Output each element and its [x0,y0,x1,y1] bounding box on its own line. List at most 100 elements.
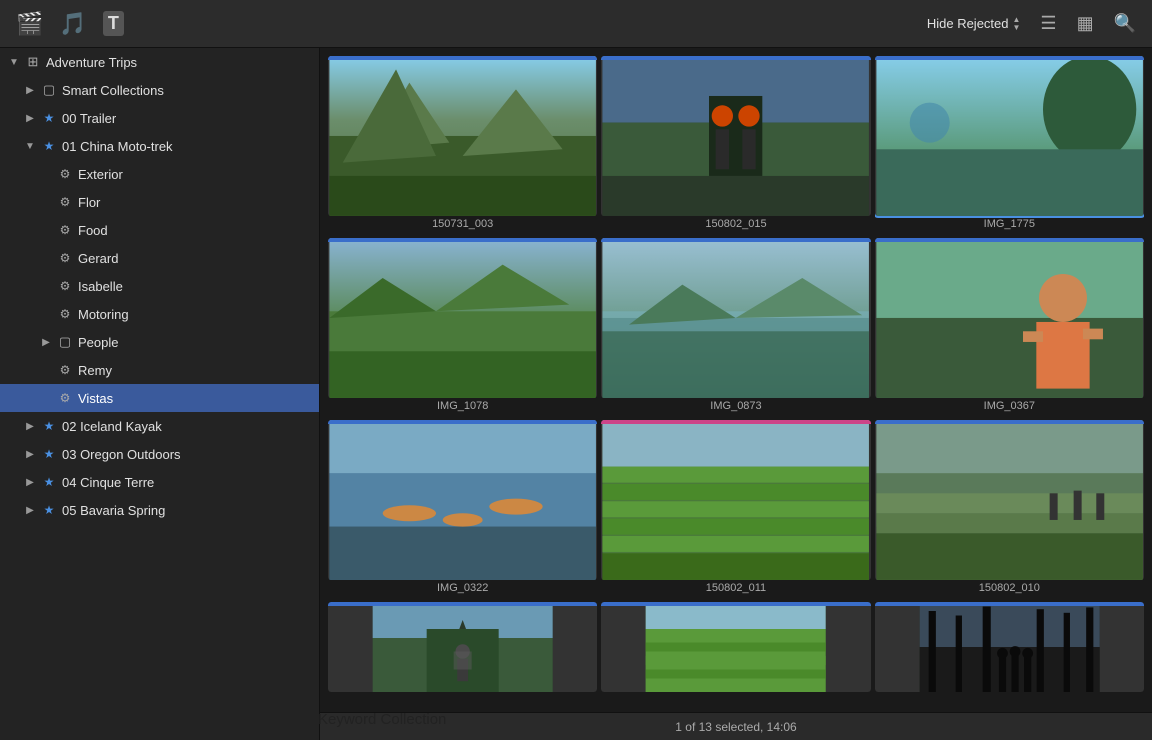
thumbnail-item[interactable]: IMG_1775 [875,56,1144,234]
arrow-icon [40,337,52,348]
status-text: 1 of 13 selected, 14:06 [675,720,796,734]
music-icon[interactable]: 🎵 [59,11,86,37]
thumbnail-image [875,238,1144,398]
sidebar-item-label: Food [78,223,108,238]
thumbnail-image [875,56,1144,216]
thumbnail-image [328,56,597,216]
list-view-icon[interactable]: ☰ [1040,13,1056,34]
thumbnail-image [328,602,597,692]
thumbnail-item[interactable] [875,602,1144,692]
thumbnail-label: IMG_1775 [875,216,1144,234]
sidebar-item-food[interactable]: Food [0,216,319,244]
thumbnail-item[interactable]: 150802_015 [601,56,870,234]
thumbnail-item[interactable]: IMG_0322 [328,420,597,598]
sort-arrows-icon: ▲▼ [1013,16,1021,32]
keyword-icon [56,193,74,211]
thumbnail-image [875,420,1144,580]
arrow-icon [24,113,36,124]
sidebar-item-label: People [78,335,118,350]
sidebar-item-03-oregon[interactable]: 03 Oregon Outdoors [0,440,319,468]
title-icon[interactable]: T [103,11,124,36]
sidebar-item-label: 00 Trailer [62,111,116,126]
status-bar: 1 of 13 selected, 14:06 [320,712,1152,740]
sidebar-item-label: Vistas [78,391,113,406]
folder-icon [56,333,74,351]
thumbnail-image [601,420,870,580]
thumbnail-label: IMG_1078 [328,398,597,416]
thumbnail-item[interactable]: IMG_1078 [328,238,597,416]
sidebar-item-people[interactable]: People [0,328,319,356]
sidebar-item-label: 03 Oregon Outdoors [62,447,181,462]
sidebar-item-isabelle[interactable]: Isabelle [0,272,319,300]
sidebar-item-label: Adventure Trips [46,55,137,70]
arrow-icon [24,421,36,432]
thumbnail-item[interactable]: IMG_0873 [601,238,870,416]
keyword-icon [56,221,74,239]
arrow-icon [24,141,36,152]
thumbnail-image [601,56,870,216]
toolbar: 🎬 🎵 T Hide Rejected ▲▼ ☰ ▦ 🔍 [0,0,1152,48]
sidebar-item-label: Exterior [78,167,123,182]
thumbnail-label: IMG_0322 [328,580,597,598]
arrow-icon [24,477,36,488]
arrow-icon [24,85,36,96]
arrow-icon [8,57,20,68]
sidebar-item-label: 01 China Moto-trek [62,139,173,154]
sidebar-item-04-cinque[interactable]: 04 Cinque Terre [0,468,319,496]
sidebar-item-smart-collections[interactable]: Smart Collections [0,76,319,104]
star-icon [40,137,58,155]
sidebar-item-exterior[interactable]: Exterior [0,160,319,188]
sidebar-item-label: Remy [78,363,112,378]
sidebar-item-label: Smart Collections [62,83,164,98]
thumbnail-item[interactable]: 150802_010 [875,420,1144,598]
thumbnail-image [328,420,597,580]
thumbnail-image [601,238,870,398]
hide-rejected-label: Hide Rejected [927,16,1009,31]
sidebar-item-label: Flor [78,195,100,210]
main-content: Adventure Trips Smart Collections 00 Tra… [0,48,1152,740]
thumbnail-label: 150802_010 [875,580,1144,598]
search-icon[interactable]: 🔍 [1114,13,1136,34]
thumbnail-label: 150802_011 [601,580,870,598]
keyword-icon [56,361,74,379]
arrow-icon [24,505,36,516]
sidebar-item-gerard[interactable]: Gerard [0,244,319,272]
thumbnail-item[interactable]: IMG_0367 [875,238,1144,416]
star-icon [40,501,58,519]
thumbnail-item[interactable]: 150731_003 [328,56,597,234]
hide-rejected-button[interactable]: Hide Rejected ▲▼ [927,16,1021,32]
thumbnail-label: 150802_015 [601,216,870,234]
sidebar-item-00-trailer[interactable]: 00 Trailer [0,104,319,132]
thumbnail-image [328,238,597,398]
sidebar-item-label: 05 Bavaria Spring [62,503,165,518]
sidebar-item-flor[interactable]: Flor [0,188,319,216]
thumbnail-label: 150731_003 [328,216,597,234]
thumbnail-item[interactable] [328,602,597,692]
star-icon [40,109,58,127]
sidebar-item-motoring[interactable]: Motoring [0,300,319,328]
toolbar-right: Hide Rejected ▲▼ ☰ ▦ 🔍 [927,13,1136,34]
grid-view-icon[interactable]: ▦ [1077,13,1094,34]
sidebar-item-remy[interactable]: Remy [0,356,319,384]
thumbnail-image [601,602,870,692]
sidebar-item-vistas[interactable]: Vistas [0,384,319,412]
keyword-icon [56,165,74,183]
thumbnail-label: IMG_0873 [601,398,870,416]
thumbnail-image [875,602,1144,692]
arrow-icon [24,449,36,460]
sidebar-item-05-bavaria[interactable]: 05 Bavaria Spring [0,496,319,524]
thumbnail-item[interactable] [601,602,870,692]
star-icon [40,417,58,435]
sidebar-item-label: Gerard [78,251,118,266]
sidebar-item-label: Isabelle [78,279,123,294]
keyword-icon [56,305,74,323]
sidebar-item-02-iceland[interactable]: 02 Iceland Kayak [0,412,319,440]
thumbnail-grid: 150731_003 1508 [320,48,1152,712]
sidebar-item-adventure-trips[interactable]: Adventure Trips [0,48,319,76]
sidebar-item-label: 04 Cinque Terre [62,475,154,490]
sidebar-item-01-china[interactable]: 01 China Moto-trek [0,132,319,160]
folder-icon [40,81,58,99]
thumbnail-item[interactable]: 150802_011 [601,420,870,598]
clapper-icon[interactable]: 🎬 [16,11,43,37]
browser: 150731_003 1508 [320,48,1152,740]
